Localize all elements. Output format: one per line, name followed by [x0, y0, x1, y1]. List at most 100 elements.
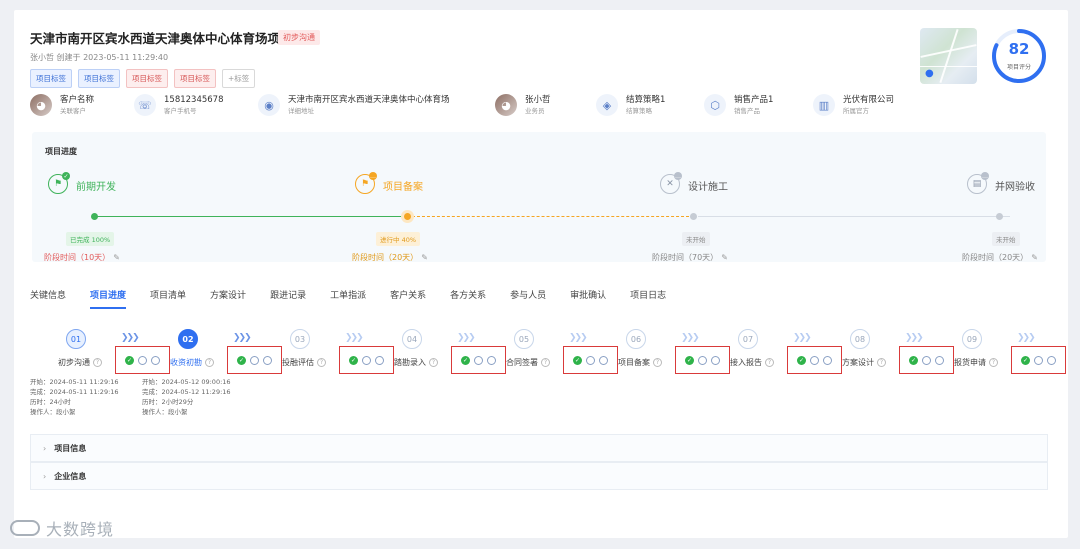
- check-circle-icon[interactable]: ✓: [237, 355, 246, 365]
- project-progress-panel: 项目进度 ⚑ ✓ 前期开发 ⚑… 项目备案 ✕… 设计施工 ▤… 并网验收 已完成…: [32, 132, 1046, 262]
- step-label: 投融评估?: [282, 357, 326, 368]
- help-icon[interactable]: ?: [429, 358, 438, 367]
- step-label-text: 报货申请: [954, 358, 986, 367]
- project-tag[interactable]: 项目标签: [78, 69, 120, 88]
- step-number[interactable]: 09: [962, 329, 982, 349]
- check-circle-icon[interactable]: ✓: [349, 355, 358, 365]
- empty-circle-icon[interactable]: [922, 355, 931, 365]
- stage-name: 前期开发: [76, 182, 116, 193]
- chevron-right-icon: ❯❯❯: [793, 333, 812, 343]
- chevron-right-icon: ❯❯❯: [681, 333, 700, 343]
- chevron-right-icon: ❯❯❯: [457, 333, 476, 343]
- empty-circle-icon[interactable]: [487, 355, 496, 365]
- stage-construction-icon: ✕…: [660, 172, 682, 194]
- step-number[interactable]: 03: [290, 329, 310, 349]
- step-number[interactable]: 02: [178, 329, 198, 349]
- empty-circle-icon[interactable]: [586, 355, 595, 365]
- section-title: 企业信息: [54, 471, 87, 481]
- help-icon[interactable]: ?: [877, 358, 886, 367]
- tab-project-list[interactable]: 项目清单: [150, 288, 186, 309]
- help-icon[interactable]: ?: [93, 358, 102, 367]
- stage-status: 进行中 40%: [376, 232, 421, 246]
- tab-follow-up[interactable]: 跟进记录: [270, 288, 306, 309]
- help-icon[interactable]: ?: [205, 358, 214, 367]
- section-company-info[interactable]: › 企业信息: [30, 462, 1048, 490]
- edit-icon[interactable]: ✎: [721, 253, 728, 262]
- empty-circle-icon[interactable]: [250, 355, 259, 365]
- info-value: 15812345678: [164, 95, 224, 105]
- info-phone: ☏ 15812345678 客户手机号: [134, 94, 224, 116]
- help-icon[interactable]: ?: [989, 358, 998, 367]
- progress-line-pending: [698, 216, 1010, 217]
- step-status-box: ✓: [339, 346, 394, 374]
- check-circle-icon[interactable]: ✓: [573, 355, 582, 365]
- stage-filing-icon: ⚑…: [355, 172, 377, 194]
- check-circle-icon[interactable]: ✓: [909, 355, 918, 365]
- project-detail-card: 天津市南开区宾水西道天津奥体中心体育场项目 初步沟通 张小哲 创建于 2023-…: [14, 10, 1068, 538]
- log-duration: 历时：2小时29分: [142, 398, 194, 406]
- check-circle-icon[interactable]: ✓: [1021, 355, 1030, 365]
- tab-participants[interactable]: 参与人员: [510, 288, 546, 309]
- project-tag[interactable]: 项目标签: [30, 69, 72, 88]
- help-icon[interactable]: ?: [765, 358, 774, 367]
- creator-line: 张小哲 创建于 2023-05-11 11:29:40: [30, 52, 168, 63]
- stage-name: 并网验收: [995, 182, 1035, 193]
- edit-icon[interactable]: ✎: [113, 253, 120, 262]
- chevron-right-icon: ›: [43, 471, 47, 481]
- edit-icon[interactable]: ✎: [421, 253, 428, 262]
- chevron-right-icon: ›: [43, 443, 47, 453]
- stage-time-text: 阶段时间（20天）: [962, 253, 1029, 262]
- check-circle-icon[interactable]: ✓: [797, 355, 806, 365]
- empty-circle-icon[interactable]: [823, 355, 832, 365]
- empty-circle-icon[interactable]: [1047, 355, 1056, 365]
- help-icon[interactable]: ?: [653, 358, 662, 367]
- help-icon[interactable]: ?: [541, 358, 550, 367]
- tab-solution-design[interactable]: 方案设计: [210, 288, 246, 309]
- empty-circle-icon[interactable]: [935, 355, 944, 365]
- step-number[interactable]: 05: [514, 329, 534, 349]
- tab-work-orders[interactable]: 工单指派: [330, 288, 366, 309]
- section-project-info[interactable]: › 项目信息: [30, 434, 1048, 462]
- empty-circle-icon[interactable]: [711, 355, 720, 365]
- step-number[interactable]: 08: [850, 329, 870, 349]
- add-tag-button[interactable]: +标签: [222, 69, 256, 88]
- project-tag[interactable]: 项目标签: [126, 69, 168, 88]
- step-status-box: ✓: [227, 346, 282, 374]
- empty-circle-icon[interactable]: [375, 355, 384, 365]
- empty-circle-icon[interactable]: [138, 355, 147, 365]
- empty-circle-icon[interactable]: [263, 355, 272, 365]
- empty-circle-icon[interactable]: [599, 355, 608, 365]
- score-label: 项目评分: [1006, 64, 1031, 71]
- tab-project-progress[interactable]: 项目进度: [90, 288, 127, 309]
- project-tag[interactable]: 项目标签: [174, 69, 216, 88]
- strategy-icon: ◈: [596, 94, 618, 116]
- tab-key-info[interactable]: 关键信息: [30, 288, 66, 309]
- empty-circle-icon[interactable]: [362, 355, 371, 365]
- tab-customer-relations[interactable]: 客户关系: [390, 288, 426, 309]
- step-number[interactable]: 06: [626, 329, 646, 349]
- score-value: 82: [1008, 40, 1030, 58]
- help-icon[interactable]: ?: [317, 358, 326, 367]
- stage-time: 阶段时间（10天） ✎: [44, 252, 120, 263]
- progress-dot: [404, 213, 411, 220]
- step-number[interactable]: 07: [738, 329, 758, 349]
- check-circle-icon[interactable]: ✓: [461, 355, 470, 365]
- empty-circle-icon[interactable]: [698, 355, 707, 365]
- check-circle-icon[interactable]: ✓: [125, 355, 134, 365]
- step-number[interactable]: 04: [402, 329, 422, 349]
- stage-time-text: 阶段时间（20天）: [352, 253, 419, 262]
- edit-icon[interactable]: ✎: [1031, 253, 1038, 262]
- step-label: 合同签署?: [506, 357, 550, 368]
- empty-circle-icon[interactable]: [1034, 355, 1043, 365]
- info-address: ◉ 天津市南开区宾水西道天津奥体中心体育场 详细地址: [258, 94, 450, 116]
- tab-party-relations[interactable]: 各方关系: [450, 288, 486, 309]
- map-thumbnail[interactable]: ●: [920, 28, 977, 84]
- step-number[interactable]: 01: [66, 329, 86, 349]
- empty-circle-icon[interactable]: [810, 355, 819, 365]
- tab-approval[interactable]: 审批确认: [570, 288, 606, 309]
- empty-circle-icon[interactable]: [151, 355, 160, 365]
- log-operator: 操作人：段小絮: [142, 408, 188, 416]
- tab-project-log[interactable]: 项目日志: [630, 288, 666, 309]
- empty-circle-icon[interactable]: [474, 355, 483, 365]
- check-circle-icon[interactable]: ✓: [685, 355, 694, 365]
